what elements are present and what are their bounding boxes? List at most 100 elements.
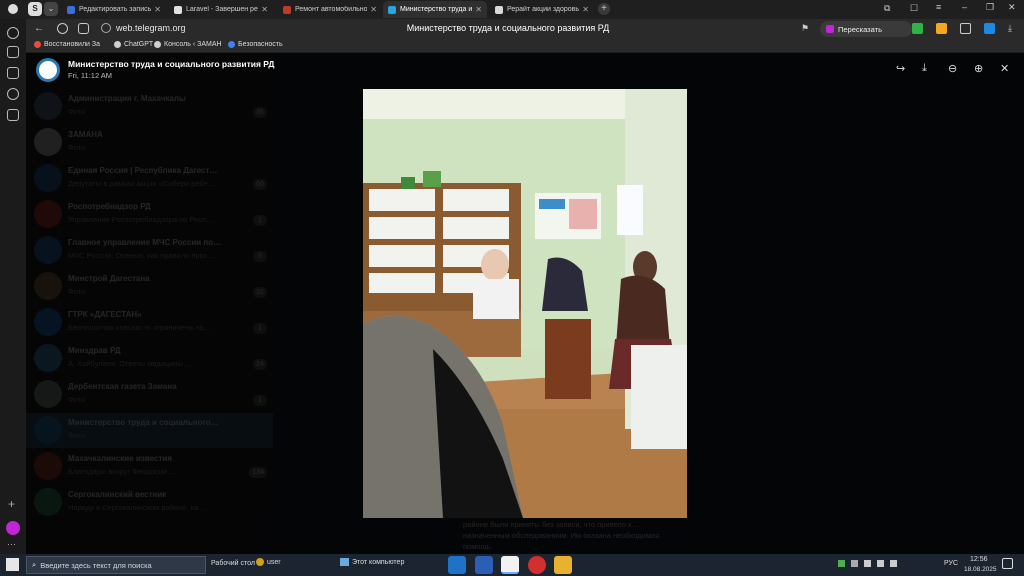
- tab-close-icon[interactable]: ✕: [475, 5, 482, 14]
- play-icon[interactable]: [7, 27, 19, 39]
- gallery-icon[interactable]: [7, 46, 19, 58]
- site-info-icon[interactable]: [101, 23, 111, 33]
- clock-date[interactable]: 18.08.2025: [964, 566, 997, 573]
- windows-start-icon[interactable]: [6, 558, 19, 571]
- bookmark-favicon-icon: [228, 41, 235, 48]
- extension-icon[interactable]: [936, 23, 947, 34]
- media-photo[interactable]: [363, 89, 687, 518]
- retell-button[interactable]: Пересказать: [820, 21, 912, 37]
- bookmark-favicon-icon: [34, 41, 41, 48]
- retell-label: Пересказать: [838, 25, 882, 34]
- back-icon[interactable]: ←: [34, 23, 44, 34]
- media-viewer-header: Министерство труда и социального развити…: [26, 53, 1024, 85]
- tab-4[interactable]: Министерство труда и с ✕: [383, 1, 487, 18]
- bookmark-icon[interactable]: ⚑: [801, 23, 809, 34]
- this-pc-toolbar[interactable]: Этот компьютер: [352, 559, 404, 566]
- adblock-icon[interactable]: [912, 23, 923, 34]
- zoom-in-icon[interactable]: ⊕: [974, 62, 983, 75]
- bookmark-label: Консоль ‹ ЗАМАН: [164, 41, 222, 48]
- tab-favicon-icon: [388, 5, 396, 14]
- tab-label: Рерайт акции здоровья: [507, 6, 580, 13]
- lock-icon[interactable]: [78, 23, 89, 34]
- tab-close-icon[interactable]: ✕: [261, 5, 268, 14]
- bookmark-item[interactable]: Безопасность: [228, 41, 283, 48]
- tab-3[interactable]: Ремонт автомобильной д✕: [278, 1, 382, 18]
- notifications-icon[interactable]: [1002, 558, 1013, 569]
- five-icon[interactable]: [7, 109, 19, 121]
- word-icon[interactable]: [475, 556, 493, 574]
- bookmark-item[interactable]: ChatGPT: [114, 41, 153, 48]
- tray-app-icon[interactable]: [838, 560, 845, 567]
- tray-network-icon[interactable]: [851, 560, 858, 567]
- close-viewer-icon[interactable]: ✕: [1000, 62, 1009, 75]
- search-placeholder: Введите здесь текст для поиска: [40, 560, 152, 570]
- tab-close-icon[interactable]: ✕: [154, 5, 161, 14]
- restore-icon[interactable]: ❐: [986, 2, 994, 13]
- file-explorer-icon[interactable]: [554, 556, 572, 574]
- tab-favicon-icon: [174, 5, 182, 14]
- yandex-browser-icon[interactable]: [501, 556, 519, 574]
- this-pc-icon[interactable]: [340, 558, 349, 566]
- tab-label: Редактировать запись "Р: [79, 6, 152, 13]
- menu-icon[interactable]: ≡: [936, 2, 941, 12]
- desktop-toolbar[interactable]: Рабочий стол: [211, 560, 255, 567]
- tab-favicon-icon: [495, 5, 503, 14]
- vscode-icon[interactable]: [448, 556, 466, 574]
- bookmark-label: ChatGPT: [124, 41, 154, 48]
- bookmark-tab-icon[interactable]: ☐: [910, 3, 918, 14]
- user-folder-icon[interactable]: [256, 558, 264, 566]
- forward-icon[interactable]: ↪: [896, 62, 905, 75]
- tab-1[interactable]: Редактировать запись "Р✕: [62, 1, 166, 18]
- retell-icon: [826, 25, 834, 33]
- bookmark-label: Безопасность: [238, 41, 283, 48]
- tab-label: Ремонт автомобильной д: [295, 6, 368, 13]
- office-photo: [363, 89, 687, 518]
- url-text[interactable]: web.telegram.org: [116, 23, 186, 33]
- tab-close-icon[interactable]: ✕: [582, 5, 589, 14]
- layers-icon[interactable]: [7, 67, 19, 79]
- screenshot-icon[interactable]: [960, 23, 971, 34]
- bookmark-item[interactable]: Консоль ‹ ЗАМАН: [154, 41, 222, 48]
- zoom-out-icon[interactable]: ⊖: [948, 62, 957, 75]
- system-tray-icons[interactable]: [838, 560, 898, 570]
- collections-icon[interactable]: ⧉: [884, 3, 890, 14]
- channel-avatar[interactable]: [36, 58, 60, 82]
- address-bar-row: ← web.telegram.org Министерство труда и …: [26, 19, 1024, 40]
- history-icon[interactable]: [7, 88, 19, 100]
- user-toolbar[interactable]: user: [267, 559, 281, 566]
- clock-time[interactable]: 12:56: [970, 556, 988, 563]
- minimize-icon[interactable]: –: [962, 2, 967, 12]
- tray-battery-icon[interactable]: [890, 560, 897, 567]
- yandex-pay-icon[interactable]: [57, 23, 68, 34]
- downloads-icon[interactable]: ⤓: [1008, 23, 1012, 34]
- tray-display-icon[interactable]: [864, 560, 871, 567]
- more-icon[interactable]: ⋯: [7, 539, 16, 550]
- close-window-icon[interactable]: ✕: [1008, 2, 1016, 13]
- add-icon[interactable]: +: [8, 497, 15, 511]
- language-indicator[interactable]: РУС: [944, 560, 958, 567]
- profile-icon[interactable]: [8, 4, 18, 14]
- tab-label: Министерство труда и с: [400, 6, 473, 13]
- tray-volume-icon[interactable]: [877, 560, 884, 567]
- tab-favicon-icon: [67, 5, 75, 14]
- bookmark-favicon-icon: [114, 41, 121, 48]
- taskbar-search-input[interactable]: ⌕ Введите здесь текст для поиска: [26, 556, 206, 574]
- new-tab-button[interactable]: +: [598, 3, 610, 15]
- tab-close-icon[interactable]: ✕: [370, 5, 377, 14]
- download-icon[interactable]: ⤓: [922, 62, 927, 75]
- channel-name[interactable]: Министерство труда и социального развити…: [68, 59, 275, 69]
- tab-label: Laravel - Завершен ремо: [186, 6, 258, 13]
- tab-5[interactable]: Рерайт акции здоровья ✕: [490, 1, 594, 18]
- tab-bar: S ⌄ Редактировать запись "Р✕Laravel - За…: [0, 0, 1024, 19]
- translate-icon[interactable]: [984, 23, 995, 34]
- bookmark-item[interactable]: Восстановили За: [34, 41, 100, 48]
- page-title: Министерство труда и социального развити…: [406, 23, 610, 33]
- tabs-menu-chevron-icon[interactable]: ⌄: [44, 2, 58, 16]
- alice-icon[interactable]: [6, 521, 20, 535]
- tab-2[interactable]: Laravel - Завершен ремо✕: [169, 1, 273, 18]
- opera-icon[interactable]: [528, 556, 546, 574]
- bookmark-label: Восстановили За: [44, 41, 101, 48]
- tab-favicon-icon: [283, 5, 291, 14]
- search-icon: ⌕: [32, 560, 37, 569]
- profile-badge[interactable]: S: [28, 2, 42, 16]
